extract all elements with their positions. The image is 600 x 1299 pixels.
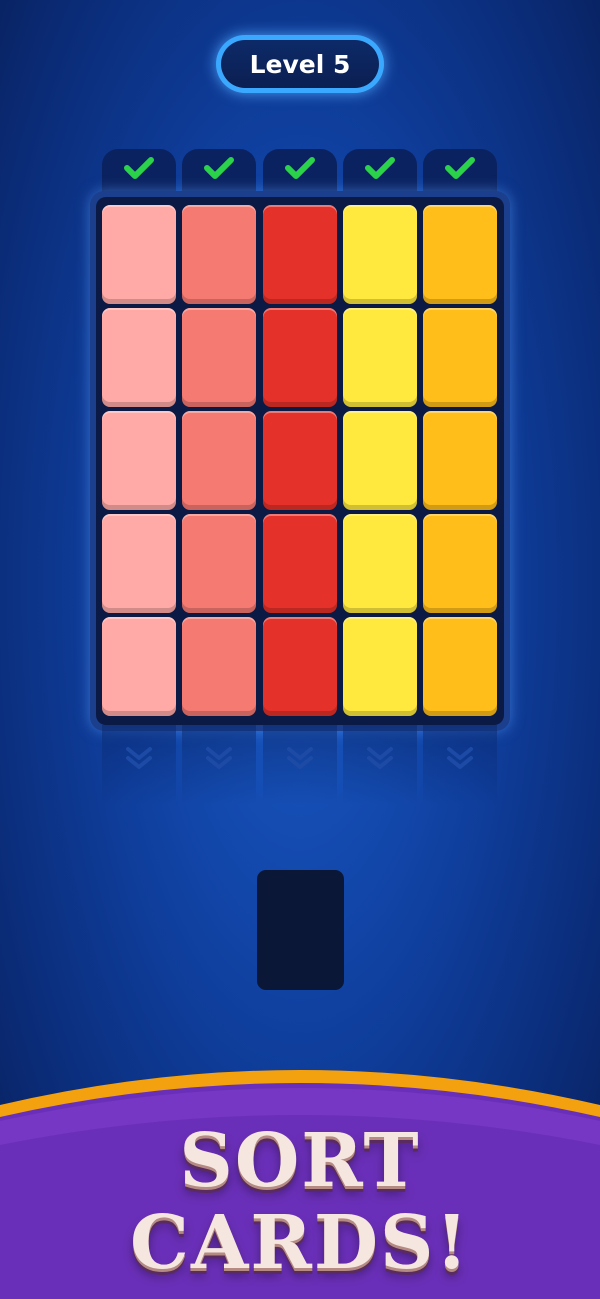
card[interactable]	[423, 617, 497, 716]
card[interactable]	[102, 617, 176, 716]
column-tab-4	[343, 149, 417, 197]
card[interactable]	[343, 411, 417, 510]
card[interactable]	[263, 514, 337, 613]
card[interactable]	[423, 411, 497, 510]
card[interactable]	[102, 205, 176, 304]
card[interactable]	[182, 514, 256, 613]
board-column-3[interactable]	[259, 197, 337, 725]
chevron-down-icon	[206, 747, 232, 769]
card-slot[interactable]	[257, 870, 344, 990]
chevron-down-icon	[447, 747, 473, 769]
level-pill: Level 5	[216, 35, 384, 93]
column-dropzone-5[interactable]	[423, 725, 497, 805]
board-column-4[interactable]	[339, 197, 417, 725]
card[interactable]	[102, 308, 176, 407]
column-dropzone-4[interactable]	[343, 725, 417, 805]
card[interactable]	[102, 411, 176, 510]
check-icon	[285, 157, 315, 179]
check-icon	[445, 157, 475, 179]
card[interactable]	[263, 411, 337, 510]
card[interactable]	[102, 514, 176, 613]
level-label: Level 5	[221, 40, 379, 88]
check-icon	[365, 157, 395, 179]
board-column-5[interactable]	[419, 197, 497, 725]
card[interactable]	[423, 308, 497, 407]
card-board	[96, 197, 504, 725]
card[interactable]	[423, 205, 497, 304]
card[interactable]	[343, 205, 417, 304]
card[interactable]	[343, 617, 417, 716]
banner-title-line1: SORT	[179, 1118, 421, 1204]
check-icon	[204, 157, 234, 179]
column-tab-5	[423, 149, 497, 197]
check-icon	[124, 157, 154, 179]
chevron-down-icon	[287, 747, 313, 769]
board-column-1[interactable]	[98, 197, 176, 725]
card[interactable]	[263, 205, 337, 304]
card[interactable]	[343, 308, 417, 407]
column-tab-1	[102, 149, 176, 197]
card[interactable]	[263, 617, 337, 716]
column-dropzone-2[interactable]	[182, 725, 256, 805]
card[interactable]	[182, 205, 256, 304]
column-dropzone-3[interactable]	[263, 725, 337, 805]
column-tab-2	[182, 149, 256, 197]
column-dropzone-1[interactable]	[102, 725, 176, 805]
card[interactable]	[343, 514, 417, 613]
banner-title-line2: CARDS!	[130, 1200, 470, 1286]
card[interactable]	[182, 617, 256, 716]
card[interactable]	[263, 308, 337, 407]
board-column-2[interactable]	[178, 197, 256, 725]
column-tab-3	[263, 149, 337, 197]
card[interactable]	[423, 514, 497, 613]
card[interactable]	[182, 308, 256, 407]
chevron-down-icon	[367, 747, 393, 769]
chevron-down-icon	[126, 747, 152, 769]
card[interactable]	[182, 411, 256, 510]
